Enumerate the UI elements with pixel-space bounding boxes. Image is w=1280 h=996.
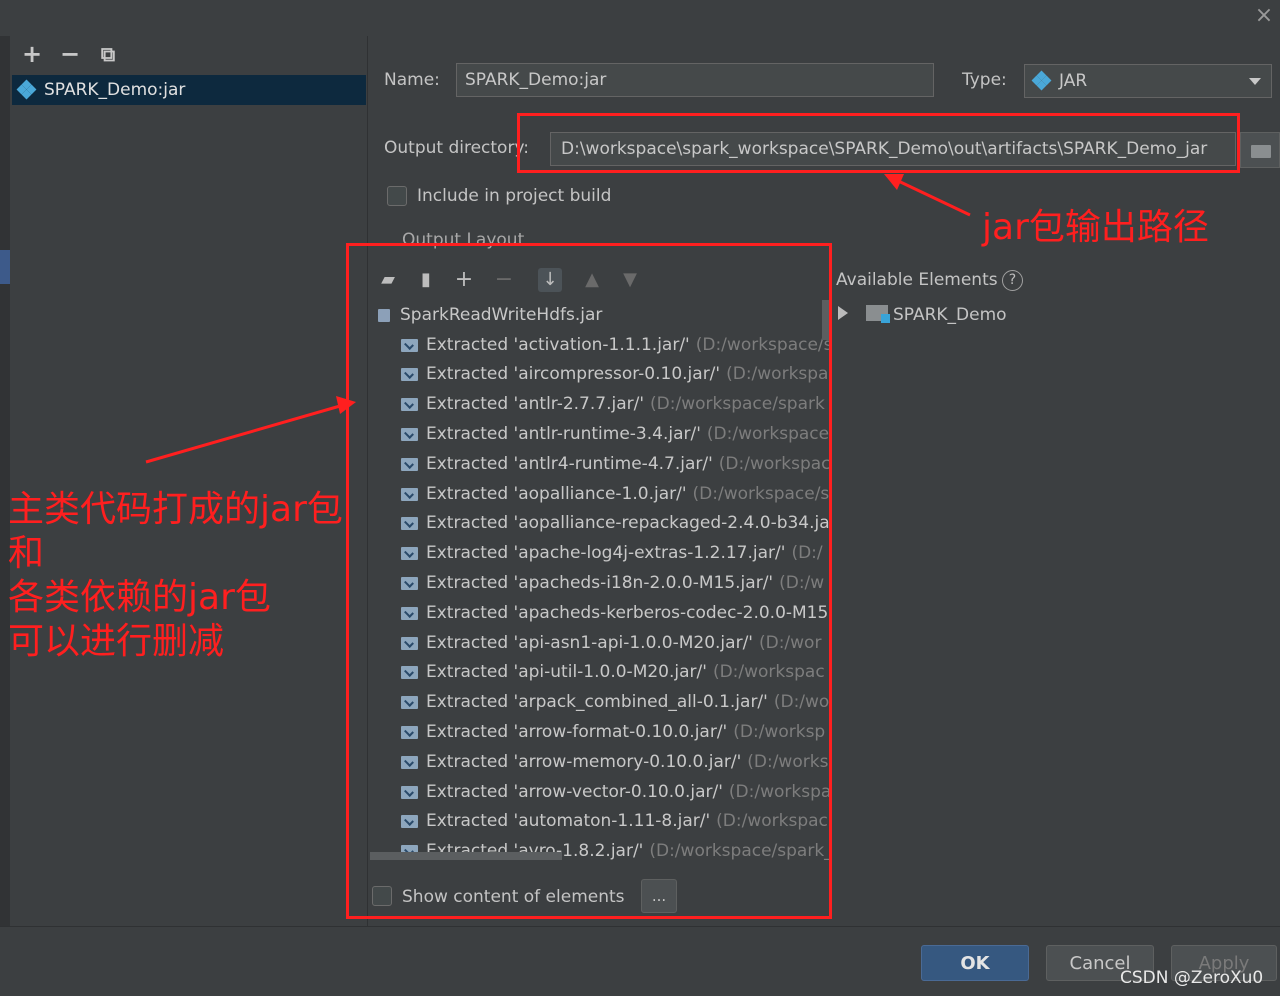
- name-value: SPARK_Demo:jar: [465, 70, 607, 90]
- annotation-box-layout: [346, 243, 832, 919]
- name-label: Name:: [384, 70, 440, 90]
- annotation-line: 可以进行删减: [8, 621, 225, 662]
- annotation-line: 主类代码打成的jar包: [8, 489, 343, 530]
- chevron-down-icon: [1249, 77, 1261, 85]
- annotation-line: 和: [8, 533, 45, 574]
- available-elements-title: Available Elements: [836, 270, 998, 290]
- annotation-arrow-output: [884, 174, 971, 217]
- browse-folder-button[interactable]: [1240, 132, 1280, 168]
- close-icon[interactable]: ×: [1252, 4, 1276, 28]
- help-icon[interactable]: ?: [1002, 270, 1023, 291]
- output-directory-label: Output directory:: [384, 138, 529, 158]
- name-input[interactable]: SPARK_Demo:jar: [456, 63, 934, 97]
- available-item-label[interactable]: SPARK_Demo: [893, 305, 1007, 325]
- jar-artifact-icon: [16, 79, 37, 100]
- type-label: Type:: [962, 70, 1007, 90]
- artifact-item[interactable]: SPARK_Demo:jar: [12, 75, 366, 105]
- footer-divider: [0, 926, 1280, 927]
- copy-icon[interactable]: ⧉: [96, 42, 120, 66]
- module-folder-icon: [866, 305, 890, 323]
- watermark: CSDN @ZeroXu0: [1120, 968, 1264, 988]
- type-select[interactable]: JAR: [1024, 64, 1272, 98]
- jar-type-icon: [1031, 70, 1052, 91]
- artifacts-panel: [0, 36, 368, 926]
- annotation-arrow-layout: [145, 396, 356, 464]
- annotation-output-path: jar包输出路径: [982, 207, 1209, 248]
- artifact-label: SPARK_Demo:jar: [44, 80, 186, 100]
- type-value: JAR: [1059, 71, 1088, 91]
- add-icon[interactable]: +: [20, 42, 44, 66]
- include-build-checkbox[interactable]: [387, 186, 407, 206]
- annotation-line: 各类依赖的jar包: [8, 577, 271, 618]
- ok-button[interactable]: OK: [921, 945, 1029, 981]
- remove-icon[interactable]: −: [58, 42, 82, 66]
- annotation-left-text: 主类代码打成的jar包 和 各类依赖的jar包 可以进行删减: [8, 488, 343, 664]
- include-build-label: Include in project build: [417, 186, 612, 206]
- expand-arrow-icon[interactable]: [838, 306, 848, 320]
- folder-icon: [1251, 145, 1271, 158]
